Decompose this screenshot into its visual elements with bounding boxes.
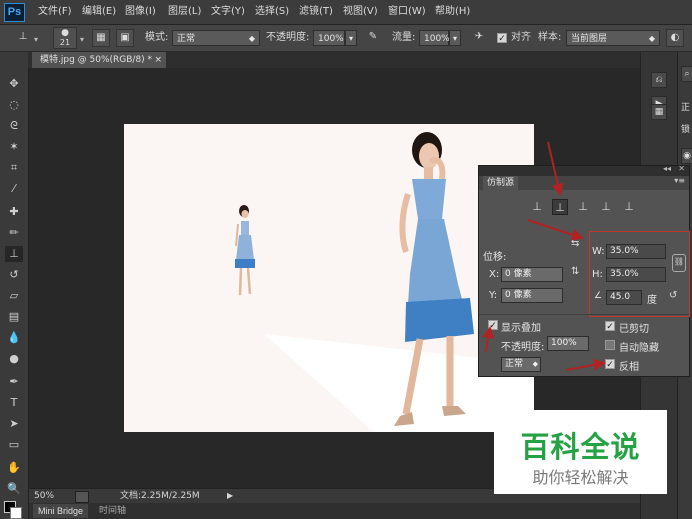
watermark-subtitle: 助你轻松解决: [532, 468, 629, 487]
arrow-to-invert: [565, 358, 606, 371]
arrow-to-transform-fields: [527, 219, 584, 241]
arrow-to-source-button: [547, 141, 564, 196]
watermark-title: 百科全说: [520, 430, 641, 464]
arrow-to-show-overlay: [482, 326, 495, 353]
watermark: 百科全说 助你轻松解决: [494, 410, 667, 494]
